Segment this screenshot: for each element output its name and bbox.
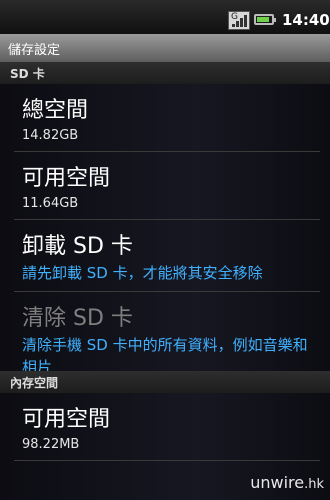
battery-icon (254, 14, 276, 25)
item-title: 總空間 (22, 98, 89, 123)
signal-icon: G (228, 11, 250, 30)
item-title: 卸載 SD 卡 (22, 234, 133, 259)
item-title: 可用空間 (22, 407, 111, 432)
settings-list: SD 卡 總空間 14.82GB 可用空間 11.64GB 卸載 SD 卡 請先… (0, 62, 330, 500)
screen-title-bar: 儲存設定 (0, 34, 330, 62)
item-title: 清除 SD 卡 (22, 306, 133, 331)
status-time: 14:40 (282, 11, 330, 29)
item-title: 可用空間 (22, 166, 111, 191)
internal-available-space-item: 可用空間 98.22MB (0, 393, 330, 459)
item-value: 14.82GB (22, 128, 79, 143)
unmount-sd-button[interactable]: 卸載 SD 卡 請先卸載 SD 卡，才能將其安全移除 (0, 220, 330, 290)
section-header-label: 內存空間 (10, 376, 59, 390)
status-bar: G 14:40 (0, 0, 330, 34)
divider (14, 460, 320, 461)
sd-available-space-item: 可用空間 11.64GB (0, 152, 330, 218)
item-value: 11.64GB (22, 196, 79, 211)
erase-sd-button: 清除 SD 卡 清除手機 SD 卡中的所有資料，例如音樂和相片 (0, 292, 330, 376)
section-header-internal: 內存空間 (0, 371, 330, 393)
section-header-label: SD 卡 (10, 67, 45, 81)
sd-total-space-item: 總空間 14.82GB (0, 84, 330, 150)
item-summary: 請先卸載 SD 卡，才能將其安全移除 (22, 264, 263, 282)
section-header-sd: SD 卡 (0, 62, 330, 84)
screen-title: 儲存設定 (8, 43, 61, 58)
watermark-logo: unwire.hk (250, 473, 324, 492)
item-value: 98.22MB (22, 437, 80, 452)
watermark-text: unwire (250, 473, 305, 492)
watermark-tld: .hk (304, 477, 324, 492)
